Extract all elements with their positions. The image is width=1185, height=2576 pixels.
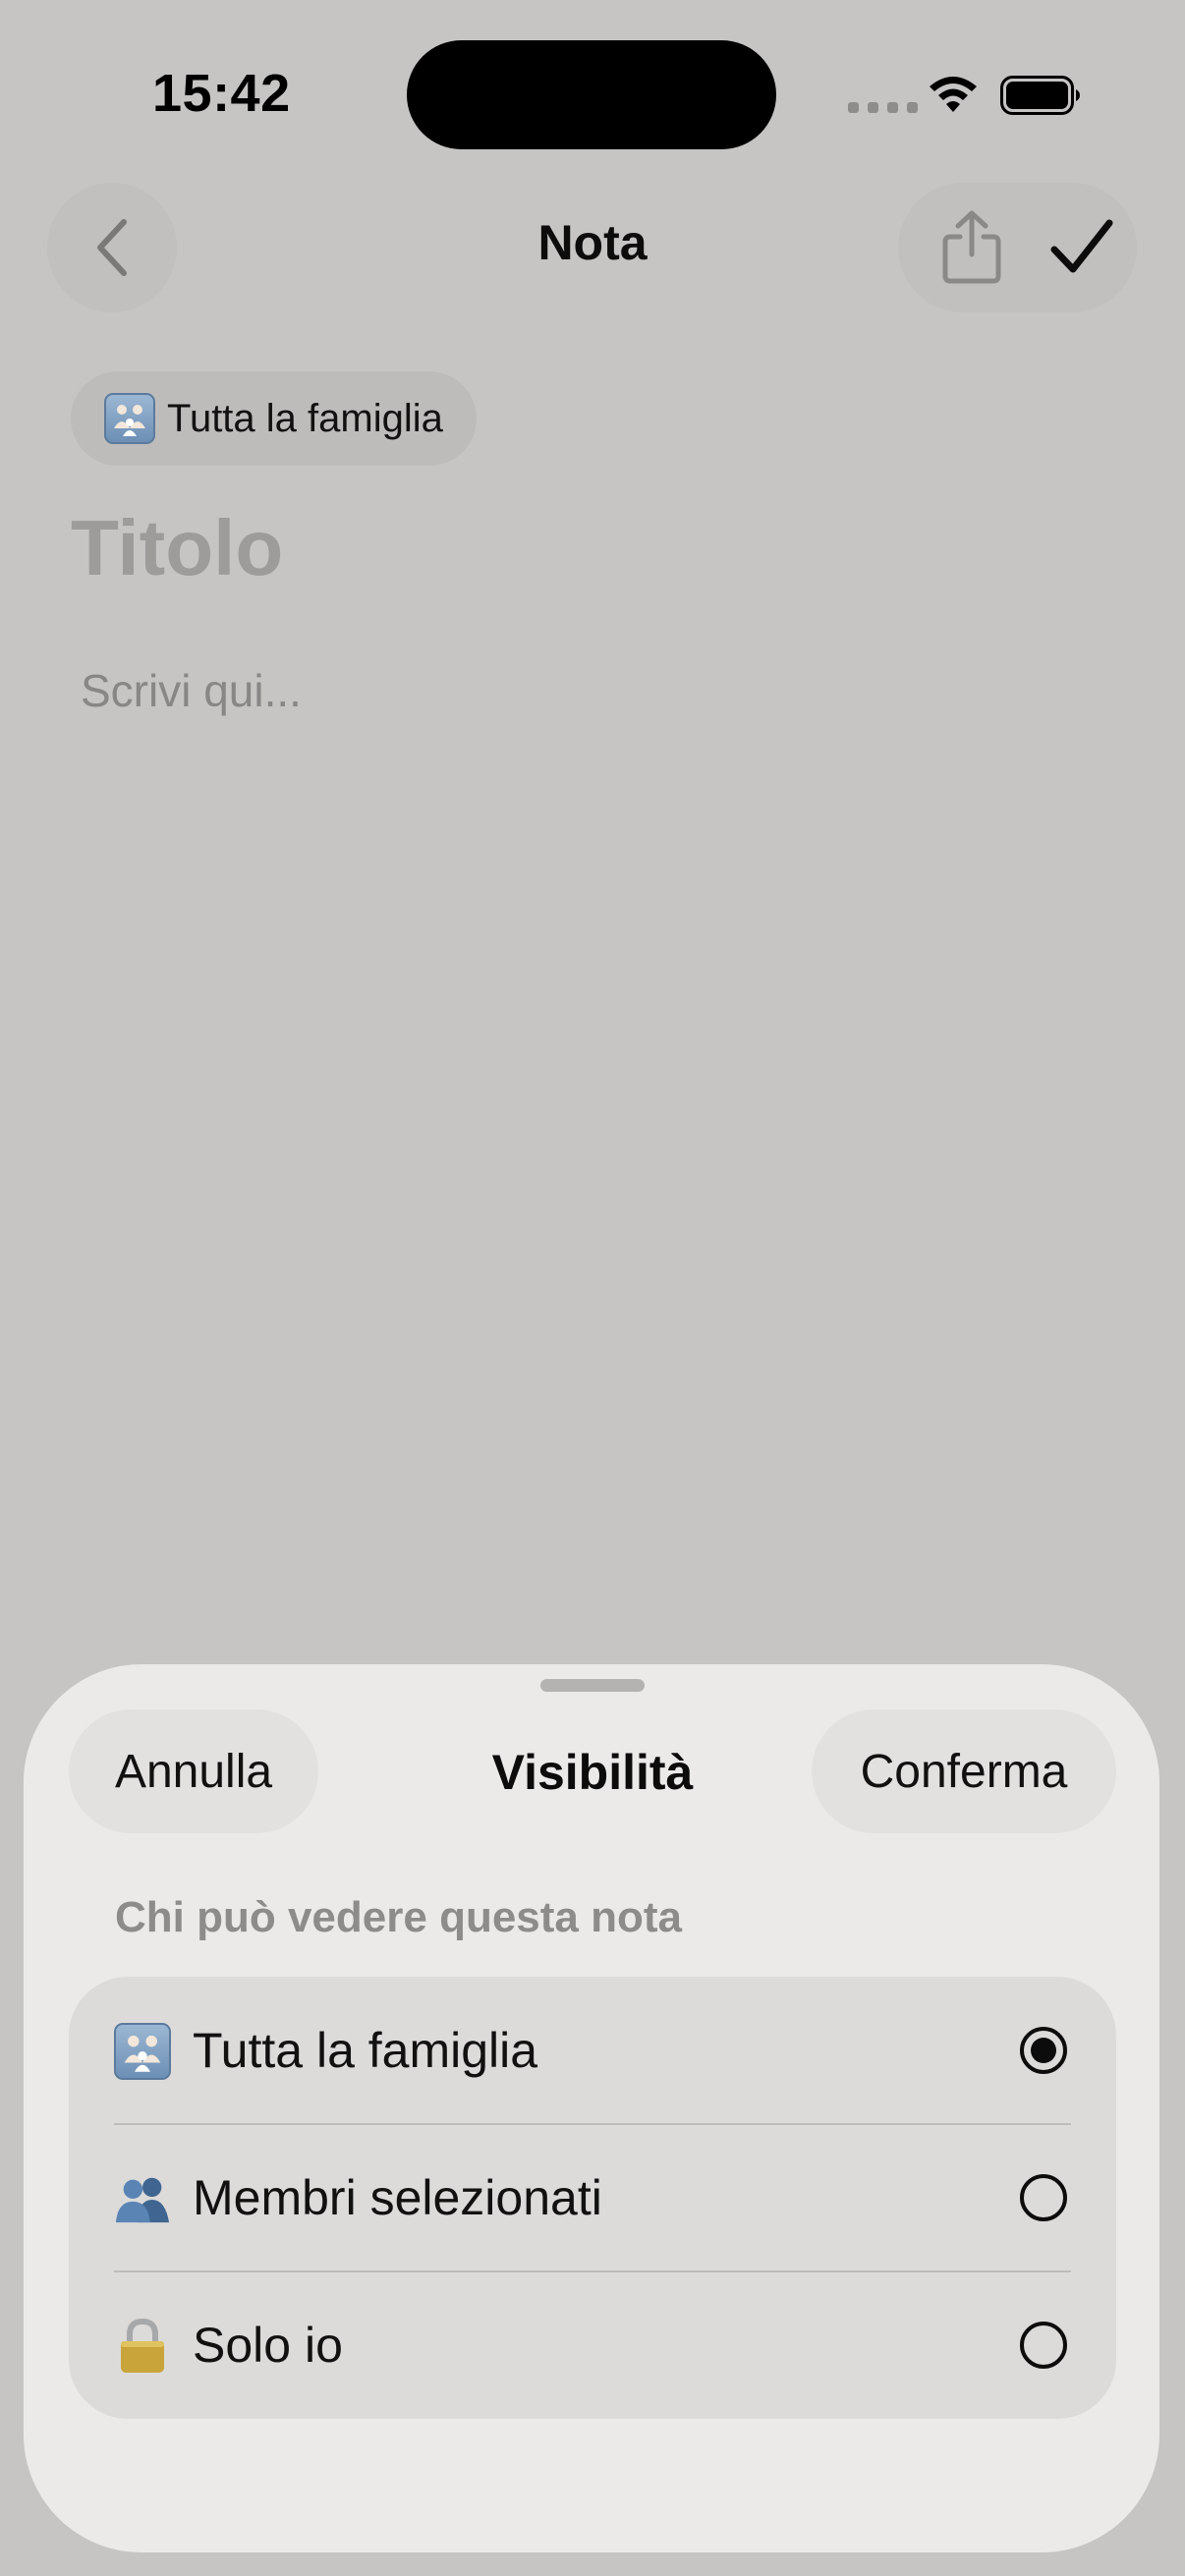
- option-label: Tutta la famiglia: [193, 2023, 538, 2078]
- radio-unselected-icon[interactable]: [1020, 2322, 1067, 2369]
- section-label: Chi può vedere questa nota: [115, 1893, 682, 1941]
- radio-selected-icon[interactable]: [1020, 2027, 1067, 2074]
- sheet-title: Visibilità: [491, 1745, 694, 1800]
- note-body-input[interactable]: Scrivi qui...: [81, 664, 302, 717]
- dynamic-island: [407, 40, 776, 149]
- cancel-button[interactable]: Annulla: [69, 1709, 318, 1833]
- chevron-left-icon: [97, 219, 127, 276]
- radio-unselected-icon[interactable]: [1020, 2174, 1067, 2221]
- share-button[interactable]: [918, 193, 1026, 303]
- lock-emoji-icon: [114, 2318, 171, 2375]
- status-time: 15:42: [152, 64, 291, 123]
- people-emoji-icon: [114, 2170, 171, 2227]
- visibility-options-list: Tutta la famiglia Membri selezionati Sol…: [69, 1977, 1116, 2419]
- cellular-dots-icon: [848, 102, 918, 113]
- family-emoji-icon: [114, 2023, 171, 2080]
- option-only-me[interactable]: Solo io: [69, 2271, 1116, 2419]
- note-title-input[interactable]: Titolo: [71, 503, 283, 593]
- share-icon: [942, 210, 1001, 284]
- sheet-grabber[interactable]: [540, 1679, 645, 1692]
- family-emoji-icon: [104, 393, 155, 444]
- page-title: Nota: [537, 215, 648, 270]
- battery-icon: [1000, 76, 1080, 115]
- done-button[interactable]: [1028, 193, 1136, 303]
- option-label: Membri selezionati: [193, 2170, 602, 2225]
- back-button[interactable]: [47, 183, 177, 312]
- option-selected-members[interactable]: Membri selezionati: [69, 2124, 1116, 2271]
- checkmark-icon: [1050, 219, 1113, 273]
- confirm-button[interactable]: Conferma: [812, 1709, 1116, 1833]
- option-whole-family[interactable]: Tutta la famiglia: [69, 1977, 1116, 2124]
- wifi-icon: [930, 77, 977, 112]
- option-label: Solo io: [193, 2318, 343, 2373]
- visibility-chip-label: Tutta la famiglia: [167, 396, 443, 440]
- visibility-chip[interactable]: Tutta la famiglia: [71, 371, 477, 466]
